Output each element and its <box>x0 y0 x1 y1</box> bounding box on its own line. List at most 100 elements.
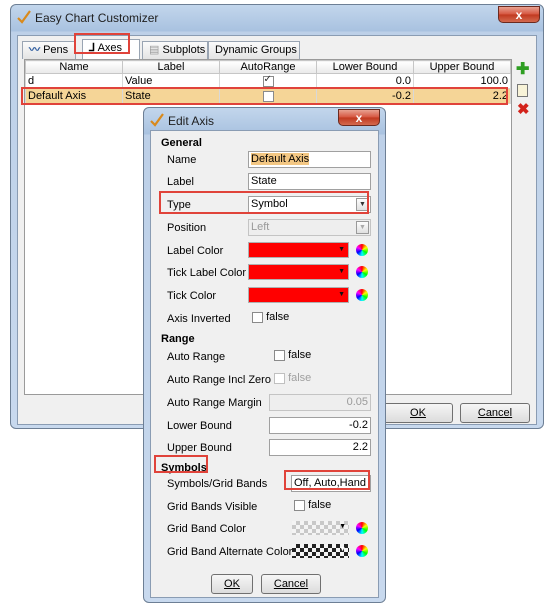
color-wheel-icon[interactable] <box>356 244 368 256</box>
auto-range-margin-label: Auto Range Margin <box>167 397 262 409</box>
grid-band-color-picker[interactable]: ▼ <box>292 521 349 535</box>
cancel-button[interactable]: Cancel <box>460 403 530 423</box>
line-chart-icon: 〰 <box>29 44 40 56</box>
close-icon: x <box>355 111 363 125</box>
cell-autorange <box>219 88 317 104</box>
column-header[interactable]: Label <box>122 60 220 74</box>
name-field[interactable]: Default Axis <box>248 151 371 168</box>
checkbox-box <box>252 311 263 323</box>
table-header: Name Label AutoRange Lower Bound Upper B… <box>25 60 511 74</box>
name-label: Name <box>167 154 197 166</box>
checkbox-box <box>274 372 285 384</box>
dialog-ok-button[interactable]: OK <box>211 574 253 594</box>
table-row[interactable]: d Value 0.0 100.0 <box>25 73 511 89</box>
label-field[interactable]: State <box>248 173 371 190</box>
section-symbols: Symbols <box>161 462 207 474</box>
symbols-grid-bands-label: Symbols/Grid Bands <box>167 478 268 490</box>
edit-icon[interactable] <box>517 84 528 97</box>
checkbox-box <box>294 499 305 511</box>
tab-subplots-label: Subplots <box>162 44 206 56</box>
dialog-ok-label: OK <box>224 578 240 590</box>
dialog-title: Edit Axis <box>168 114 215 128</box>
column-header[interactable]: AutoRange <box>219 60 317 74</box>
color-wheel-icon[interactable] <box>356 522 368 534</box>
axis-inverted-value: false <box>266 311 290 323</box>
color-wheel-icon[interactable] <box>356 545 368 557</box>
dialog-cancel-button[interactable]: Cancel <box>261 574 321 594</box>
tab-subplots[interactable]: ▤ Subplots <box>142 41 208 59</box>
upper-bound-label: Upper Bound <box>167 442 232 454</box>
cell-autorange <box>219 73 317 89</box>
type-value: Symbol <box>251 198 288 210</box>
grid-bands-visible-value: false <box>308 499 332 511</box>
symbols-grid-bands-field[interactable]: Off, Auto,Hand <box>291 475 371 492</box>
label-color-picker[interactable]: ▼ <box>248 242 349 258</box>
tab-pens-label: Pens <box>43 44 69 56</box>
cell-lower-bound: 0.0 <box>316 73 414 89</box>
tick-label-color-picker[interactable]: ▼ <box>248 264 349 280</box>
tab-dynamic-groups[interactable]: Dynamic Groups <box>208 41 300 59</box>
window-title: Easy Chart Customizer <box>35 11 159 25</box>
label-label: Label <box>167 176 194 188</box>
axes-table: Name Label AutoRange Lower Bound Upper B… <box>25 60 511 104</box>
tab-pens[interactable]: 〰 Pens <box>22 41 76 59</box>
cell-label: State <box>122 88 220 104</box>
lower-bound-field[interactable]: -0.2 <box>269 417 371 434</box>
position-value: Left <box>251 221 270 233</box>
grid-bands-visible-checkbox[interactable]: false <box>294 499 331 511</box>
section-range: Range <box>161 333 195 345</box>
tick-color-picker[interactable]: ▼ <box>248 287 349 303</box>
autorange-checkbox[interactable] <box>262 90 274 102</box>
checkmark-pen-icon <box>150 113 164 127</box>
grid-band-alt-color-label: Grid Band Alternate Color <box>167 546 293 558</box>
cancel-label: Cancel <box>477 407 513 419</box>
edit-axis-content: General Name Default Axis Label State Ty… <box>150 130 379 598</box>
dialog-close-button[interactable]: x <box>338 109 380 126</box>
delete-icon[interactable]: ✖ <box>517 102 530 117</box>
chevron-down-icon: ▼ <box>339 523 346 530</box>
axis-inverted-checkbox[interactable]: false <box>252 311 289 323</box>
subplots-icon: ▤ <box>149 44 160 56</box>
auto-range-margin-field: 0.05 <box>269 394 371 411</box>
axes-icon: ⅃ <box>89 42 96 54</box>
column-header[interactable]: Lower Bound <box>316 60 414 74</box>
cell-upper-bound: 100.0 <box>413 73 511 89</box>
checkmark-pen-icon <box>17 10 31 24</box>
cell-label: Value <box>122 73 220 89</box>
ok-button[interactable]: OK <box>383 403 453 423</box>
add-icon[interactable]: ✚ <box>516 62 530 78</box>
title-bar[interactable]: Easy Chart Customizer x <box>11 5 543 31</box>
cell-upper-bound: 2.2 <box>413 88 511 104</box>
tab-axes[interactable]: ⅃ Axes <box>82 39 140 59</box>
type-label: Type <box>167 199 191 211</box>
auto-range-incl-zero-label: Auto Range Incl Zero <box>167 374 271 386</box>
edit-axis-dialog: Edit Axis x General Name Default Axis La… <box>143 107 386 603</box>
auto-range-label: Auto Range <box>167 351 226 363</box>
section-general: General <box>161 137 202 149</box>
position-select: Left ▼ <box>248 219 371 236</box>
column-header[interactable]: Name <box>25 60 123 74</box>
auto-range-checkbox[interactable]: false <box>274 349 311 361</box>
tab-axes-label: Axes <box>97 42 123 54</box>
column-header[interactable]: Upper Bound <box>413 60 511 74</box>
autorange-checkbox[interactable] <box>262 74 274 87</box>
cell-name: Default Axis <box>25 88 123 104</box>
color-wheel-icon[interactable] <box>356 266 368 278</box>
type-select[interactable]: Symbol ▼ <box>248 196 371 213</box>
tick-label-color-label: Tick Label Color <box>167 267 247 279</box>
ok-label: OK <box>410 407 426 419</box>
table-row-selected[interactable]: Default Axis State -0.2 2.2 <box>25 88 511 104</box>
tick-color-label: Tick Color <box>167 290 217 302</box>
name-value: Default Axis <box>251 153 310 165</box>
axis-inverted-label: Axis Inverted <box>167 313 231 325</box>
tab-dynamic-groups-label: Dynamic Groups <box>215 44 297 56</box>
grid-band-alt-color-picker[interactable]: ▼ <box>292 544 349 558</box>
color-wheel-icon[interactable] <box>356 289 368 301</box>
chevron-down-icon: ▼ <box>338 246 345 253</box>
upper-bound-field[interactable]: 2.2 <box>269 439 371 456</box>
auto-range-incl-zero-checkbox: false <box>274 372 311 384</box>
chevron-down-icon: ▼ <box>356 221 369 234</box>
close-button[interactable]: x <box>498 6 540 23</box>
chevron-down-icon: ▼ <box>338 268 345 275</box>
lower-bound-label: Lower Bound <box>167 420 232 432</box>
